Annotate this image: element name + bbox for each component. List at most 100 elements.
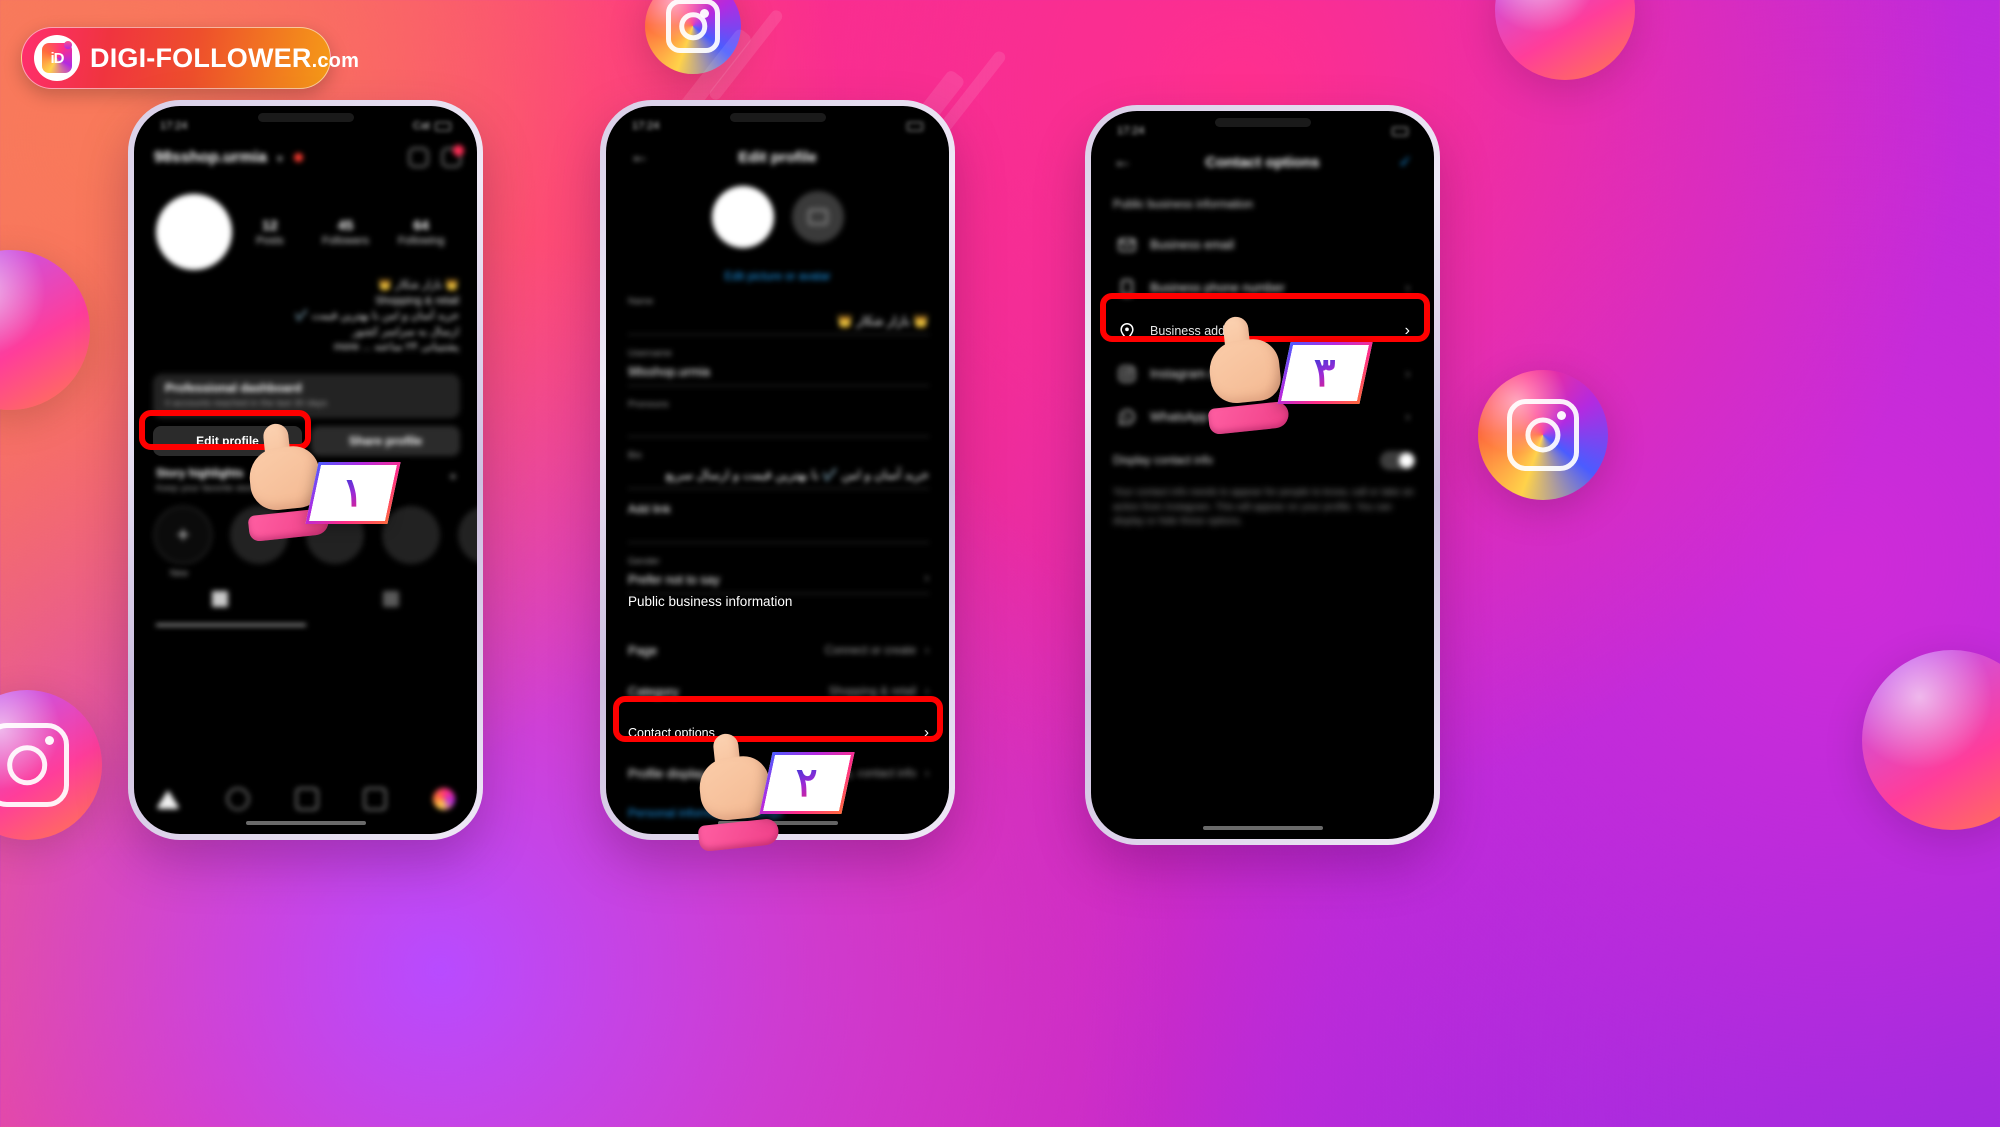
display-contact-info-toggle[interactable] (1380, 451, 1416, 470)
public-business-information-heading: Public business information (1113, 199, 1253, 211)
create-icon[interactable] (295, 788, 318, 810)
row-page[interactable]: Page Connect or create › (628, 630, 929, 671)
professional-dashboard-card[interactable]: Professional dashboard 0 accounts reache… (153, 374, 460, 418)
logo-tld: .com (311, 49, 360, 72)
row-value: Shopping & retail (828, 685, 917, 698)
highlight-item[interactable] (382, 506, 440, 564)
field-value (628, 416, 929, 431)
contact-options-header: ← Contact options ✓ (1091, 151, 1434, 173)
highlights-add-icon[interactable]: + (449, 468, 457, 484)
row-business-phone-number[interactable]: Business phone number › (1109, 266, 1418, 309)
reels-icon[interactable] (364, 788, 387, 810)
field-label: Name (628, 296, 654, 307)
bio-line: 👑 بازار شکار 👑 (378, 279, 459, 291)
status-label: Cat (412, 120, 430, 132)
tab-grid[interactable] (134, 591, 306, 607)
profile-username[interactable]: 98sshop.urmia ▾ (154, 149, 303, 167)
pointing-hand-icon (1195, 313, 1298, 436)
status-right-icons (1392, 126, 1408, 136)
share-profile-button[interactable]: Share profile (311, 426, 460, 456)
step-number-card-3: ۳ (1277, 342, 1373, 404)
back-arrow-icon[interactable]: ← (630, 146, 660, 168)
field-gender[interactable]: Gender Prefer not to say › (628, 556, 929, 594)
decor-bubble-left (0, 690, 102, 840)
decor-bubble-topleft (0, 250, 90, 410)
field-value: 👑 بازار شکار 👑 (837, 314, 929, 328)
stat-value: 45 (337, 217, 354, 233)
row-label: Business phone number (1150, 280, 1285, 295)
dashboard-title: Professional dashboard (165, 381, 302, 395)
chevron-right-icon: › (924, 724, 929, 741)
page-title: Contact options (1205, 153, 1320, 171)
phone-2: 17:24 ← Edit profile Edit picture or ava… (600, 100, 955, 840)
field-pronouns[interactable]: Pronouns (628, 399, 929, 437)
stat-posts[interactable]: 12 Posts (232, 217, 308, 247)
stat-value: 64 (413, 217, 429, 233)
chevron-right-icon[interactable]: › (925, 570, 929, 585)
public-business-information-heading: Public business information (628, 594, 793, 609)
profile-header: 98sshop.urmia ▾ (154, 145, 464, 167)
page-title: Edit profile (738, 148, 817, 166)
field-label: Gender (628, 556, 660, 567)
chevron-right-icon: › (925, 685, 929, 698)
status-bar: 17:24 (606, 116, 949, 136)
home-indicator (1202, 826, 1323, 830)
row-business-email[interactable]: Business email (1109, 223, 1418, 266)
avatar-alt-icon[interactable] (791, 191, 844, 243)
phone-3-screen: 17:24 ← Contact options ✓ Public busines… (1091, 111, 1434, 839)
field-value: Prefer not to say (628, 573, 720, 587)
tab-underline (156, 624, 306, 626)
edit-picture-link[interactable]: Edit picture or avatar (606, 271, 949, 283)
bio-line: خرید آسان و امن با بهترین قیمت ✔️ (294, 310, 459, 322)
phone-icon (1117, 278, 1137, 298)
avatar-row (606, 186, 949, 248)
row-category[interactable]: Category Shopping & retail › (628, 671, 929, 712)
hand-palm (1206, 336, 1283, 406)
field-label: Add link (628, 502, 671, 516)
status-bar: 17:24 (1091, 121, 1434, 141)
highlight-item[interactable] (458, 506, 477, 564)
profile-tabs (134, 591, 477, 607)
field-username[interactable]: Username 98sshop.urmia (628, 348, 929, 386)
highlight-new-button[interactable]: + (154, 506, 212, 564)
stat-followers[interactable]: 45 Followers (308, 217, 384, 247)
field-value (628, 522, 929, 537)
row-contact-options[interactable]: Contact options › (628, 712, 929, 753)
confirm-check-icon[interactable]: ✓ (1382, 152, 1412, 172)
back-arrow-icon[interactable]: ← (1113, 151, 1143, 173)
avatar[interactable] (156, 194, 232, 270)
battery-icon (435, 121, 451, 131)
search-icon[interactable] (226, 788, 249, 810)
chevron-down-icon[interactable]: ▾ (277, 154, 282, 165)
row-label: Page (628, 643, 658, 658)
logo-mark-icon: iD (34, 35, 80, 81)
status-time: 17:24 (160, 120, 188, 132)
row-right: Shopping & retail › (829, 686, 929, 698)
field-value: 98sshop.urmia (628, 365, 710, 379)
status-bar: 17:24 Cat (134, 116, 477, 136)
instagram-bubble-right (1478, 370, 1608, 500)
menu-icon[interactable] (442, 145, 464, 167)
tab-tagged[interactable] (306, 591, 478, 607)
instagram-glyph-icon (666, 0, 720, 53)
step-number-card-2: ۲ (759, 752, 855, 814)
bio-line: ارسال به سراسر کشور (352, 325, 459, 338)
stat-label: Followers (321, 235, 370, 247)
profile-avatar-icon[interactable] (433, 788, 455, 810)
whatsapp-icon (1117, 407, 1137, 427)
row-label: Business email (1150, 237, 1235, 252)
add-post-icon[interactable] (409, 148, 428, 167)
step-number-card-1: ۱ (305, 462, 401, 524)
display-contact-info-row[interactable]: Display contact info (1113, 451, 1416, 470)
home-icon[interactable] (156, 789, 180, 809)
bio-line: پشتیبانی ۲۴ ساعته ... more (333, 341, 459, 353)
field-add-link[interactable]: Add link (628, 502, 929, 543)
field-bio[interactable]: Bio خرید آسان و امن ✔️ با بهترین قیمت و … (628, 450, 929, 489)
stat-following[interactable]: 64 Following (383, 217, 459, 247)
chevron-right-icon: › (1404, 321, 1410, 339)
field-name[interactable]: Name 👑 بازار شکار 👑 (628, 296, 929, 335)
battery-icon (907, 121, 923, 131)
dashboard-subtitle: 0 accounts reached in the last 30 days (165, 398, 328, 409)
avatar[interactable] (711, 186, 774, 248)
decor-bubble-bottomright (1862, 650, 2000, 830)
